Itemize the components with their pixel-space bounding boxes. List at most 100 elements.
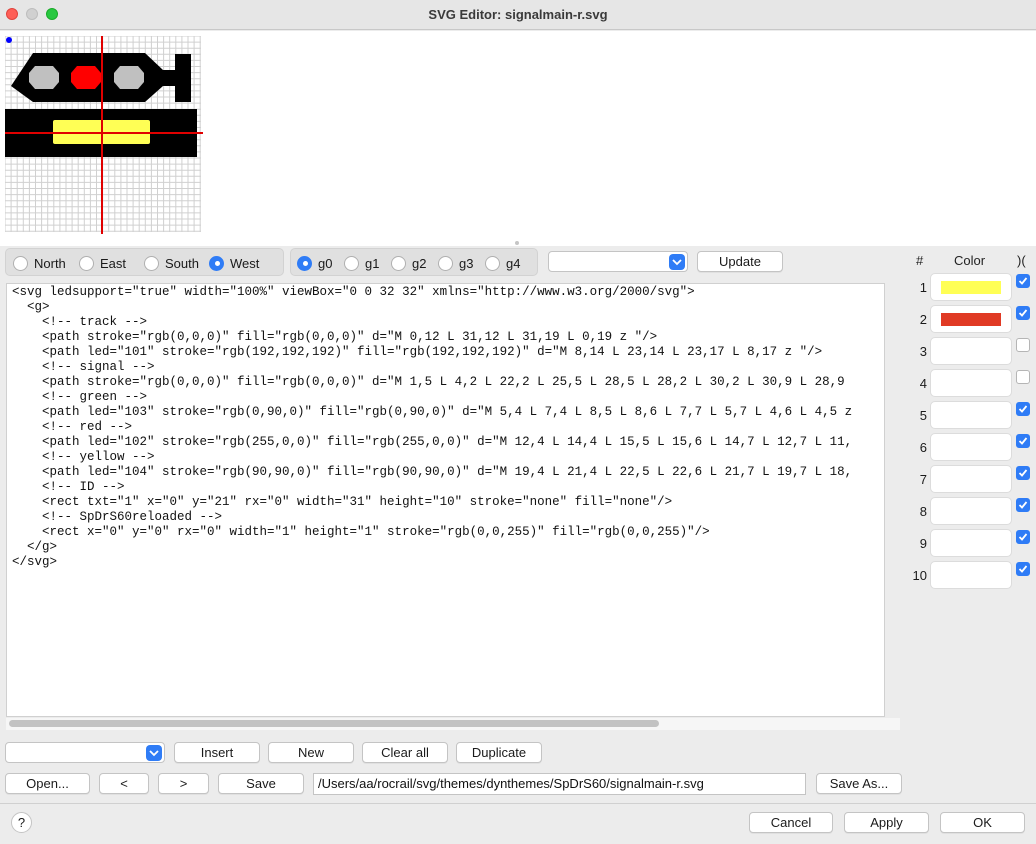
- color-enable-checkbox[interactable]: [1016, 530, 1030, 544]
- radio-button-selected[interactable]: [209, 255, 224, 271]
- color-enable-checkbox[interactable]: [1016, 466, 1030, 480]
- radio-label: g3: [459, 255, 474, 271]
- checkmark-icon: [1018, 309, 1028, 317]
- color-row-number: 7: [919, 472, 927, 487]
- color-table-header-color: Color: [954, 253, 986, 268]
- code-line: <!-- yellow -->: [12, 450, 155, 464]
- help-button[interactable]: ?: [11, 812, 32, 833]
- apply-button[interactable]: Apply: [844, 812, 929, 833]
- color-swatch-button[interactable]: [930, 433, 1012, 461]
- radio-label: North: [34, 255, 66, 271]
- color-enable-checkbox[interactable]: [1016, 274, 1030, 288]
- code-line: <path led="103" stroke="rgb(0,90,0)" fil…: [12, 405, 853, 419]
- code-line: <!-- green -->: [12, 390, 148, 404]
- save-as-button[interactable]: Save As...: [816, 773, 902, 794]
- open-button[interactable]: Open...: [5, 773, 90, 794]
- code-line: <rect x="0" y="0" rx="0" width="1" heigh…: [12, 525, 710, 539]
- radio-button[interactable]: [13, 255, 28, 271]
- color-enable-checkbox[interactable]: [1016, 434, 1030, 448]
- code-line: <g>: [12, 300, 50, 314]
- group-option-g0[interactable]: g0: [297, 254, 332, 272]
- color-swatch-button[interactable]: [930, 369, 1012, 397]
- duplicate-button[interactable]: Duplicate: [456, 742, 542, 763]
- ok-button[interactable]: OK: [940, 812, 1025, 833]
- new-button[interactable]: New: [268, 742, 354, 763]
- code-line: <path stroke="rgb(0,0,0)" fill="rgb(0,0,…: [12, 375, 845, 389]
- radio-label: West: [230, 255, 260, 271]
- splitter-handle[interactable]: [515, 241, 519, 245]
- radio-button[interactable]: [144, 255, 159, 271]
- color-table-header-check: )(: [1017, 253, 1026, 268]
- group-option-g2[interactable]: g2: [391, 254, 426, 272]
- color-swatch-button[interactable]: [930, 337, 1012, 365]
- orientation-option-north[interactable]: North: [13, 254, 66, 272]
- element-select-dropdown[interactable]: [548, 251, 688, 272]
- color-enable-checkbox[interactable]: [1016, 562, 1030, 576]
- color-enable-checkbox[interactable]: [1016, 370, 1030, 384]
- color-row-number: 5: [919, 408, 927, 423]
- code-line: <path stroke="rgb(0,0,0)" fill="rgb(0,0,…: [12, 330, 658, 344]
- checkmark-icon: [1018, 469, 1028, 477]
- insert-element-dropdown[interactable]: [5, 742, 165, 763]
- color-row-number: 1: [919, 280, 927, 295]
- checkmark-icon: [1018, 437, 1028, 445]
- svg-code-text[interactable]: <svg ledsupport="true" width="100%" view…: [12, 285, 852, 570]
- file-path-field[interactable]: /Users/aa/rocrail/svg/themes/dynthemes/S…: [313, 773, 806, 795]
- code-line: </g>: [12, 540, 58, 554]
- yellow-lamp: [114, 66, 144, 89]
- orientation-option-south[interactable]: South: [144, 254, 199, 272]
- orientation-option-east[interactable]: East: [79, 254, 126, 272]
- color-row-number: 8: [919, 504, 927, 519]
- radio-button[interactable]: [344, 255, 359, 271]
- code-line: <!-- ID -->: [12, 480, 125, 494]
- color-swatch-button[interactable]: [930, 561, 1012, 589]
- code-line: <path led="102" stroke="rgb(255,0,0)" fi…: [12, 435, 853, 449]
- radio-button-selected[interactable]: [297, 255, 312, 271]
- checkmark-icon: [1018, 277, 1028, 285]
- group-option-g1[interactable]: g1: [344, 254, 379, 272]
- group-option-g3[interactable]: g3: [438, 254, 473, 272]
- red-lamp: [71, 66, 101, 89]
- color-swatch-button[interactable]: [930, 529, 1012, 557]
- color-swatch: [941, 281, 1001, 294]
- radio-button[interactable]: [79, 255, 94, 271]
- origin-marker: [6, 37, 12, 43]
- update-button[interactable]: Update: [697, 251, 783, 272]
- clear-all-button[interactable]: Clear all: [362, 742, 448, 763]
- code-line: <!-- red -->: [12, 420, 133, 434]
- radio-button[interactable]: [438, 255, 453, 271]
- group-option-g4[interactable]: g4: [485, 254, 520, 272]
- save-button[interactable]: Save: [218, 773, 304, 794]
- horizontal-scrollbar[interactable]: [6, 718, 900, 730]
- previous-file-button[interactable]: <: [99, 773, 149, 794]
- insert-button[interactable]: Insert: [174, 742, 260, 763]
- color-table-header-num: #: [916, 253, 924, 268]
- color-swatch-button[interactable]: [930, 305, 1012, 333]
- color-row-number: 3: [919, 344, 927, 359]
- chevron-down-icon: [146, 745, 162, 761]
- color-enable-checkbox[interactable]: [1016, 306, 1030, 320]
- next-file-button[interactable]: >: [158, 773, 209, 794]
- svg-code-editor[interactable]: <svg ledsupport="true" width="100%" view…: [6, 283, 885, 717]
- color-row-number: 6: [919, 440, 927, 455]
- code-line: <path led="104" stroke="rgb(90,90,0)" fi…: [12, 465, 853, 479]
- radio-button[interactable]: [485, 255, 500, 271]
- radio-button[interactable]: [391, 255, 406, 271]
- orientation-option-west[interactable]: West: [209, 254, 259, 272]
- green-lamp: [29, 66, 59, 89]
- orientation-radio-group: North East South West: [5, 248, 284, 276]
- color-swatch-button[interactable]: [930, 273, 1012, 301]
- window-title: SVG Editor: signalmain-r.svg: [428, 7, 608, 22]
- radio-label: South: [165, 255, 199, 271]
- scrollbar-thumb[interactable]: [9, 720, 659, 727]
- color-enable-checkbox[interactable]: [1016, 402, 1030, 416]
- radio-label: g2: [412, 255, 427, 271]
- color-enable-checkbox[interactable]: [1016, 498, 1030, 512]
- color-swatch-button[interactable]: [930, 465, 1012, 493]
- color-swatch-button[interactable]: [930, 497, 1012, 525]
- svg-preview-canvas[interactable]: [0, 31, 1036, 246]
- code-line: <rect txt="1" x="0" y="21" rx="0" width=…: [12, 495, 673, 509]
- cancel-button[interactable]: Cancel: [749, 812, 833, 833]
- color-swatch-button[interactable]: [930, 401, 1012, 429]
- color-enable-checkbox[interactable]: [1016, 338, 1030, 352]
